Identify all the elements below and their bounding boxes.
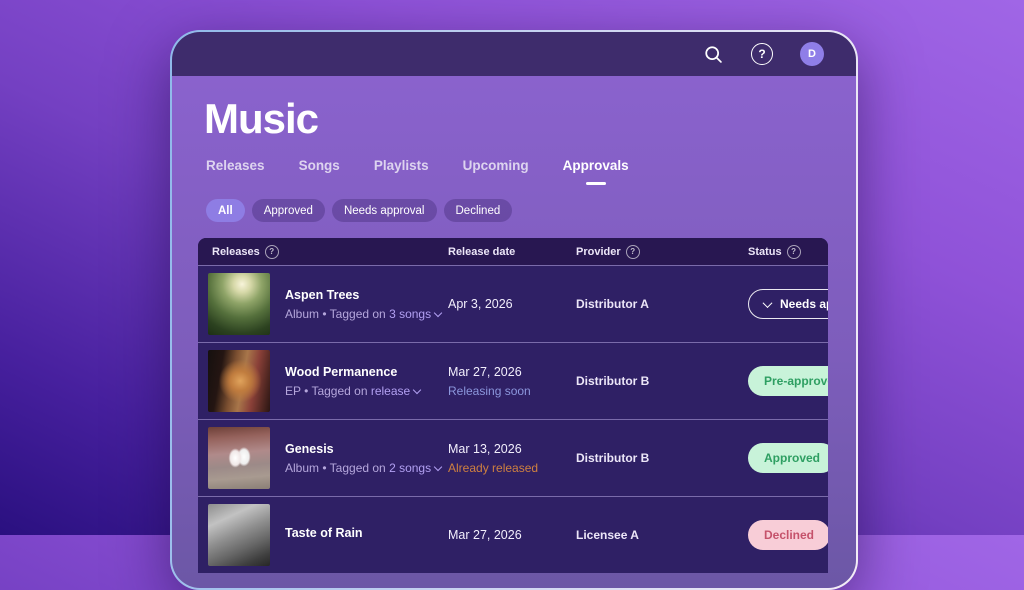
- release-title: Aspen Trees: [285, 287, 360, 302]
- release-date: Mar 13, 2026: [448, 441, 522, 456]
- help-icon[interactable]: ?: [625, 244, 640, 259]
- tab-upcoming[interactable]: Upcoming: [463, 158, 529, 185]
- release-date-note: Already released: [448, 460, 539, 475]
- tab-playlists[interactable]: Playlists: [374, 158, 429, 185]
- table-row[interactable]: Aspen Trees Album • Tagged on 3 songs Ap…: [198, 265, 828, 342]
- needs-approval-dropdown-button[interactable]: Needs approval: [748, 289, 828, 319]
- app-window: ? D Music Releases Songs Playlists Upcom…: [170, 30, 858, 590]
- provider: Distributor B: [576, 374, 650, 388]
- tab-approvals[interactable]: Approvals: [563, 158, 629, 185]
- top-bar: ? D: [172, 32, 856, 76]
- release-subtitle: Album • Tagged on 2 songs: [285, 461, 443, 475]
- search-icon[interactable]: [703, 44, 724, 65]
- table-row[interactable]: Wood Permanence EP • Tagged on release M…: [198, 342, 828, 419]
- help-icon[interactable]: ?: [786, 244, 801, 259]
- status-badge: Approved: [748, 443, 828, 473]
- chevron-down-icon: [762, 297, 773, 308]
- table-row[interactable]: Genesis Album • Tagged on 2 songs Mar 13…: [198, 419, 828, 496]
- tab-songs[interactable]: Songs: [299, 158, 340, 185]
- provider: Distributor A: [576, 297, 649, 311]
- release-subtitle: EP • Tagged on release: [285, 384, 422, 398]
- tagged-release-link[interactable]: release: [371, 384, 410, 398]
- release-subtitle: Album • Tagged on 3 songs: [285, 307, 443, 321]
- provider: Licensee A: [576, 528, 639, 542]
- album-art: [208, 273, 270, 335]
- album-art: [208, 504, 270, 566]
- release-date: Mar 27, 2026: [448, 528, 522, 542]
- tagged-songs-link[interactable]: 2 songs: [389, 461, 431, 475]
- chevron-down-icon: [433, 462, 443, 471]
- release-title: Genesis: [285, 441, 334, 456]
- tab-bar: Releases Songs Playlists Upcoming Approv…: [206, 158, 830, 185]
- release-date-note: Releasing soon: [448, 383, 531, 398]
- page-content: Music Releases Songs Playlists Upcoming …: [172, 76, 856, 588]
- chevron-down-icon: [433, 308, 443, 317]
- page-title: Music: [204, 95, 319, 142]
- help-icon[interactable]: ?: [751, 43, 773, 65]
- filter-chip-declined[interactable]: Declined: [443, 199, 513, 222]
- table-header: Releases ? Release date Provider ? Statu…: [198, 238, 828, 265]
- tab-releases[interactable]: Releases: [206, 158, 265, 185]
- chevron-down-icon: [412, 385, 422, 394]
- release-title: Wood Permanence: [285, 364, 398, 379]
- release-date: Apr 3, 2026: [448, 297, 513, 311]
- status-badge: Pre-approved: [748, 366, 828, 396]
- provider: Distributor B: [576, 451, 650, 465]
- column-header-release-date: Release date: [448, 245, 516, 258]
- avatar[interactable]: D: [800, 42, 824, 66]
- tagged-songs-link[interactable]: 3 songs: [389, 307, 431, 321]
- filter-chip-all[interactable]: All: [206, 199, 245, 222]
- release-title: Taste of Rain: [285, 525, 363, 540]
- filter-chips: All Approved Needs approval Declined: [206, 199, 830, 222]
- filter-chip-approved[interactable]: Approved: [251, 199, 325, 222]
- help-icon[interactable]: ?: [264, 244, 279, 259]
- album-art: [208, 350, 270, 412]
- column-header-status: Status ?: [748, 244, 828, 259]
- status-badge: Declined: [748, 520, 828, 550]
- filter-chip-needs-approval[interactable]: Needs approval: [331, 199, 437, 222]
- album-art: [208, 427, 270, 489]
- releases-table: Releases ? Release date Provider ? Statu…: [198, 238, 828, 573]
- column-header-provider: Provider ?: [576, 244, 748, 259]
- column-header-releases: Releases ?: [198, 244, 448, 259]
- release-date: Mar 27, 2026: [448, 364, 522, 379]
- window-body: ? D Music Releases Songs Playlists Upcom…: [172, 32, 856, 588]
